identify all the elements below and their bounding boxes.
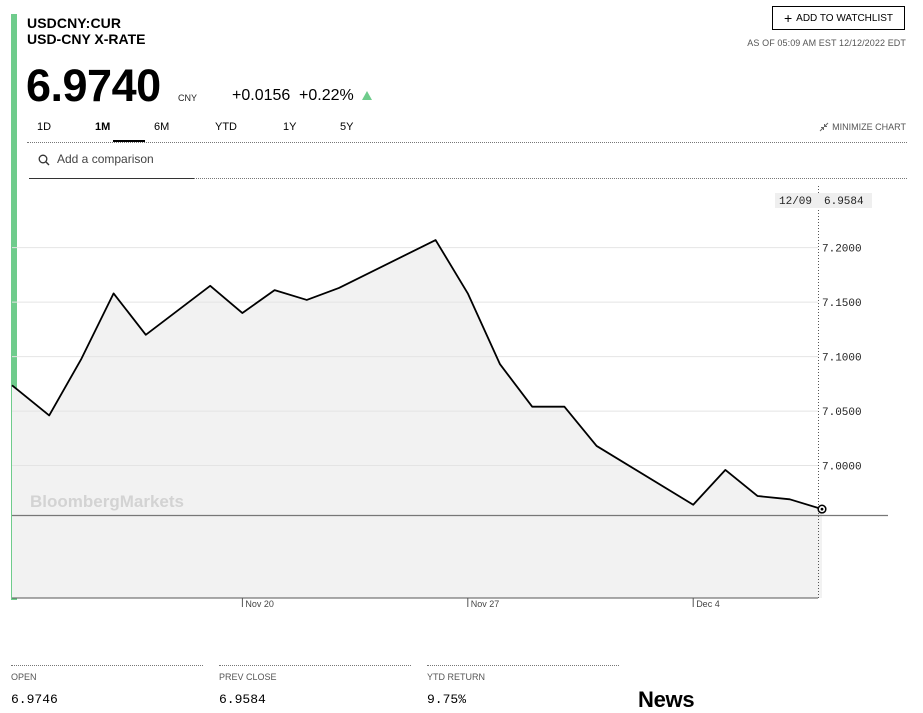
y-tick-label: 7.1500 — [822, 298, 862, 310]
x-tick-label: Nov 20 — [245, 599, 274, 609]
tabs-divider — [27, 142, 907, 143]
price-change: +0.0156 — [232, 87, 291, 104]
tab-5y[interactable]: 5Y — [340, 121, 353, 133]
tab-6m[interactable]: 6M — [154, 121, 169, 133]
y-tick-label: 7.2000 — [822, 244, 862, 256]
price-change-percent: +0.22% — [299, 87, 354, 104]
stat-prev-close: PREV CLOSE 6.9584 — [219, 665, 411, 707]
plus-icon: + — [783, 10, 793, 26]
y-tick-label: 7.1000 — [822, 353, 862, 365]
tab-1y[interactable]: 1Y — [283, 121, 296, 133]
y-tick-label: 7.0000 — [822, 462, 862, 474]
chart-top-divider — [194, 178, 907, 179]
stat-prev-close-label: PREV CLOSE — [219, 672, 277, 682]
comparison-search — [29, 148, 194, 179]
ticker-symbol: USDCNY:CUR — [27, 15, 122, 31]
x-tick-label: Dec 4 — [696, 599, 720, 609]
tab-1m[interactable]: 1M — [95, 121, 110, 133]
stat-prev-close-value: 6.9584 — [219, 692, 266, 707]
stat-open: OPEN 6.9746 — [11, 665, 203, 707]
crosshair-date: 12/09 — [779, 196, 812, 208]
add-to-watchlist-button[interactable]: + ADD TO WATCHLIST — [772, 6, 905, 30]
as-of-timestamp: AS OF 05:09 AM EST 12/12/2022 EDT — [747, 38, 906, 48]
price-chart[interactable]: 7.2000 7.1500 7.1000 7.0500 7.0000 Nov 20 Nov … — [0, 180, 923, 610]
security-name: USD-CNY X-RATE — [27, 31, 146, 47]
news-heading: News — [638, 687, 695, 712]
chart-area-fill — [12, 240, 822, 599]
tab-1d[interactable]: 1D — [37, 121, 51, 133]
timeframe-tabs: 1D 1M 6M YTD 1Y 5Y — [27, 118, 907, 142]
minimize-icon — [819, 122, 829, 132]
stat-open-label: OPEN — [11, 672, 37, 682]
x-tick-label: Nov 27 — [471, 599, 500, 609]
stat-open-value: 6.9746 — [11, 692, 58, 707]
last-price-marker-dot — [820, 507, 824, 511]
currency-label: CNY — [178, 93, 198, 103]
comparison-input[interactable] — [57, 152, 187, 166]
price: 6.9740 — [26, 60, 161, 111]
up-arrow-icon — [362, 91, 372, 100]
tab-ytd[interactable]: YTD — [215, 121, 237, 133]
minimize-chart-label: MINIMIZE CHART — [832, 122, 906, 132]
bloomberg-markets-watermark: BloombergMarkets — [30, 492, 184, 511]
stat-ytd-return: YTD RETURN 9.75% — [427, 665, 619, 707]
stat-ytd-return-label: YTD RETURN — [427, 672, 485, 682]
crosshair-value: 6.9584 — [824, 196, 864, 208]
minimize-chart-button[interactable]: MINIMIZE CHART — [819, 122, 906, 132]
stat-ytd-return-value: 9.75% — [427, 692, 467, 707]
y-tick-label: 7.0500 — [822, 407, 862, 419]
add-to-watchlist-label: ADD TO WATCHLIST — [796, 12, 894, 24]
search-icon — [38, 154, 50, 166]
